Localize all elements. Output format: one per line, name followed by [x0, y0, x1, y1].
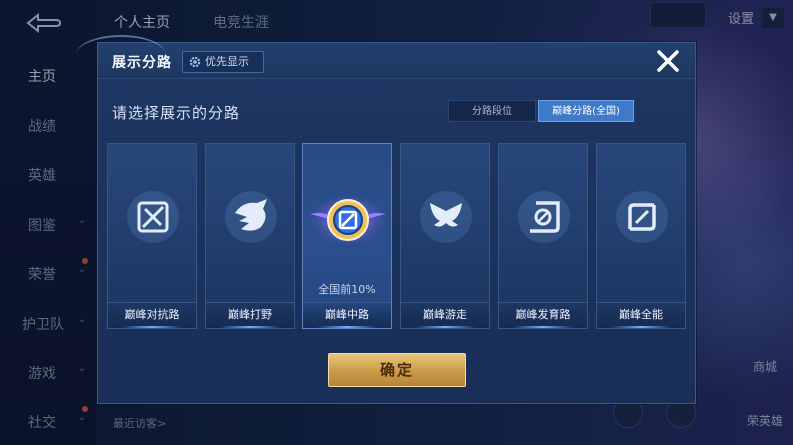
lane-display-dialog: 展示分路 优先显示 请选择展示的分路 分路段位 巅峰分路(全国) 巅峰对抗路 巅…	[76, 35, 696, 404]
card-label: 巅峰对抗路	[108, 302, 196, 328]
card-label: 巅峰全能	[597, 302, 685, 328]
lane-card-mid[interactable]: 全国前10% 巅峰中路	[302, 143, 392, 329]
lane-card-jungle[interactable]: 巅峰打野	[205, 143, 295, 329]
all-round-icon	[616, 191, 668, 243]
priority-display-button[interactable]: 优先显示	[182, 51, 264, 73]
priority-display-label: 优先显示	[205, 55, 249, 68]
lane-card-all-round[interactable]: 巅峰全能	[596, 143, 686, 329]
card-label: 巅峰打野	[206, 302, 294, 328]
card-label: 巅峰中路	[303, 302, 391, 328]
lane-card-list: 巅峰对抗路 巅峰打野 全国前10% 巅峰中路 巅峰游走 巅峰发育路 巅峰全能	[107, 143, 689, 329]
gear-icon	[189, 56, 201, 68]
tab-lane-rank[interactable]: 分路段位	[448, 100, 536, 122]
tab-peak-lane-national[interactable]: 巅峰分路(全国)	[538, 100, 634, 122]
card-rank-text: 全国前10%	[318, 283, 376, 296]
card-label: 巅峰发育路	[499, 302, 587, 328]
lane-card-support[interactable]: 巅峰游走	[400, 143, 490, 329]
close-icon[interactable]	[654, 47, 682, 75]
lane-card-top[interactable]: 巅峰对抗路	[107, 143, 197, 329]
bow-icon	[518, 191, 570, 243]
mid-lane-emblem-icon	[308, 194, 388, 246]
sword-shield-icon	[127, 191, 179, 243]
wings-icon	[420, 191, 472, 243]
dialog-title: 展示分路	[112, 55, 172, 71]
card-label: 巅峰游走	[401, 302, 489, 328]
confirm-button[interactable]: 确定	[328, 353, 466, 387]
wolf-icon	[225, 191, 277, 243]
lane-card-farm[interactable]: 巅峰发育路	[498, 143, 588, 329]
dialog-header: 展示分路 优先显示	[76, 35, 695, 79]
dialog-subtitle: 请选择展示的分路	[112, 104, 241, 122]
